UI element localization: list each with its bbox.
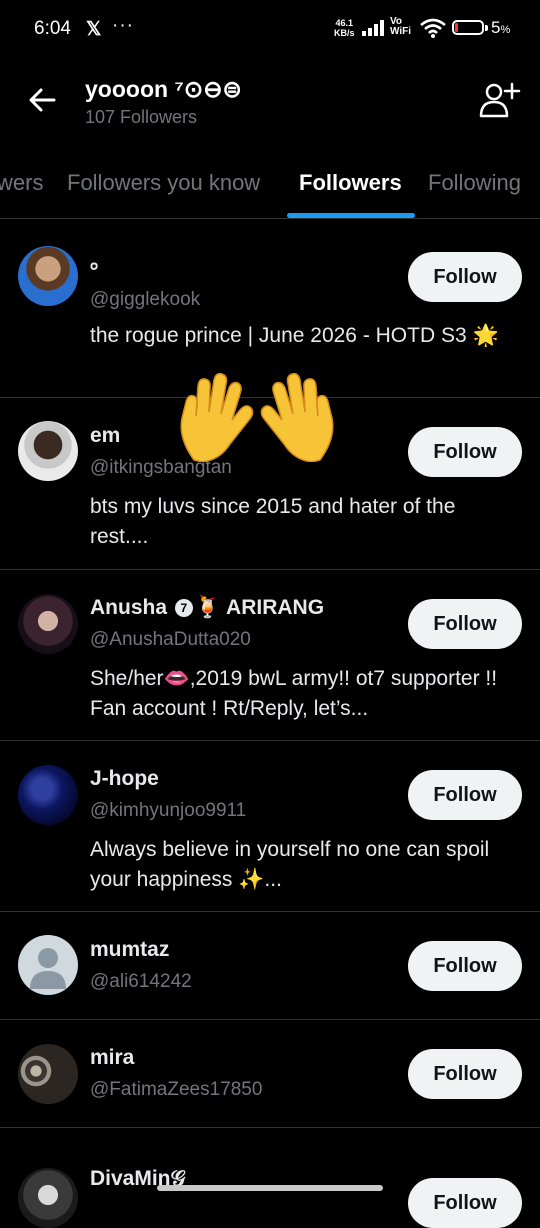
follow-button[interactable]: Follow	[408, 770, 522, 820]
user-name: 。	[90, 250, 111, 273]
vowifi-indicator: Vo WiFi	[390, 17, 411, 37]
network-speed-value: 46.1	[335, 18, 354, 28]
list-item[interactable]: Anusha 7 🍹 ARIRANG @AnushaDutta020 She/he…	[0, 570, 540, 741]
user-name-text: Anusha	[90, 596, 168, 619]
profile-name: yoooon ⁷⊙⊖⊜	[85, 76, 242, 102]
number-badge-icon: 7	[174, 599, 193, 617]
profile-header: yoooon ⁷⊙⊖⊜ 107 Followers	[0, 60, 540, 150]
avatar[interactable]	[18, 421, 78, 481]
waving-hands-icon	[180, 372, 334, 462]
user-bio: Always believe in yourself no one can sp…	[90, 838, 490, 891]
user-name: J-hope	[90, 767, 159, 790]
user-name-suffix: 🍹 ARIRANG	[194, 596, 325, 619]
person-silhouette-icon	[30, 948, 66, 989]
battery-percent: 5%	[491, 18, 510, 38]
follower-count: 107 Followers	[85, 107, 198, 127]
follow-button[interactable]: Follow	[408, 941, 522, 991]
user-handle: @ali614242	[90, 971, 192, 992]
list-item[interactable]: mira @FatimaZees17850 Follow	[0, 1020, 540, 1128]
user-bio: the rogue prince | June 2026 - HOTD S3 🌟	[90, 324, 499, 347]
user-name: Anusha 7 🍹 ARIRANG	[90, 596, 324, 620]
tab-followers[interactable]: Followers	[299, 170, 402, 196]
tab-bar: wers Followers you know Followers Follow…	[0, 150, 540, 219]
back-arrow-icon[interactable]	[22, 80, 62, 120]
add-user-icon[interactable]	[476, 78, 522, 124]
user-handle: @FatimaZees17850	[90, 1079, 263, 1100]
battery-level	[455, 23, 458, 32]
more-notifications-icon: ···	[112, 15, 134, 36]
network-speed-unit: KB/s	[334, 28, 355, 38]
follow-button[interactable]: Follow	[408, 599, 522, 649]
user-bio: She/her👄,2019 bwL army!! ot7 supporter !…	[90, 667, 498, 720]
battery-tip	[485, 25, 488, 31]
user-bio: bts my luvs since 2015 and hater of the …	[90, 495, 456, 548]
gesture-nav-handle[interactable]	[157, 1185, 383, 1191]
follow-button[interactable]: Follow	[408, 252, 522, 302]
avatar[interactable]	[18, 1168, 78, 1228]
tab-verified-followers[interactable]: wers	[0, 170, 43, 196]
tab-following[interactable]: Following	[428, 170, 521, 196]
avatar[interactable]	[18, 594, 78, 654]
signal-icon	[362, 20, 384, 36]
tab-followers-you-know[interactable]: Followers you know	[67, 170, 260, 196]
list-item[interactable]: mumtaz @ali614242 Follow	[0, 912, 540, 1020]
user-handle: @gigglekook	[90, 289, 201, 310]
user-handle: @AnushaDutta020	[90, 629, 251, 650]
network-speed: 46.1 KB/s	[334, 18, 355, 38]
follow-button[interactable]: Follow	[408, 427, 522, 477]
default-avatar-icon[interactable]	[18, 935, 78, 995]
avatar[interactable]	[18, 765, 78, 825]
wifi-icon	[420, 18, 446, 38]
list-item[interactable]: J-hope @kimhyunjoo9911 Always believe in…	[0, 741, 540, 912]
follow-button[interactable]: Follow	[408, 1049, 522, 1099]
battery-unit: %	[500, 24, 511, 36]
user-name: mumtaz	[90, 938, 170, 961]
status-time: 6:04	[34, 18, 71, 39]
vowifi-wifi: WiFi	[390, 26, 412, 37]
user-name: mira	[90, 1046, 135, 1069]
list-item[interactable]: DivaMin𝒢 Follow	[0, 1128, 540, 1228]
status-bar: 6:04 𝕏 ··· 46.1 KB/s Vo WiFi 5%	[0, 0, 540, 60]
battery-icon	[452, 20, 484, 35]
follow-button[interactable]: Follow	[408, 1178, 522, 1228]
user-handle: @kimhyunjoo9911	[90, 800, 247, 821]
avatar[interactable]	[18, 246, 78, 306]
x-app-icon: 𝕏	[86, 19, 102, 40]
active-tab-indicator	[287, 213, 415, 218]
avatar[interactable]	[18, 1044, 78, 1104]
user-name: em	[90, 424, 121, 447]
